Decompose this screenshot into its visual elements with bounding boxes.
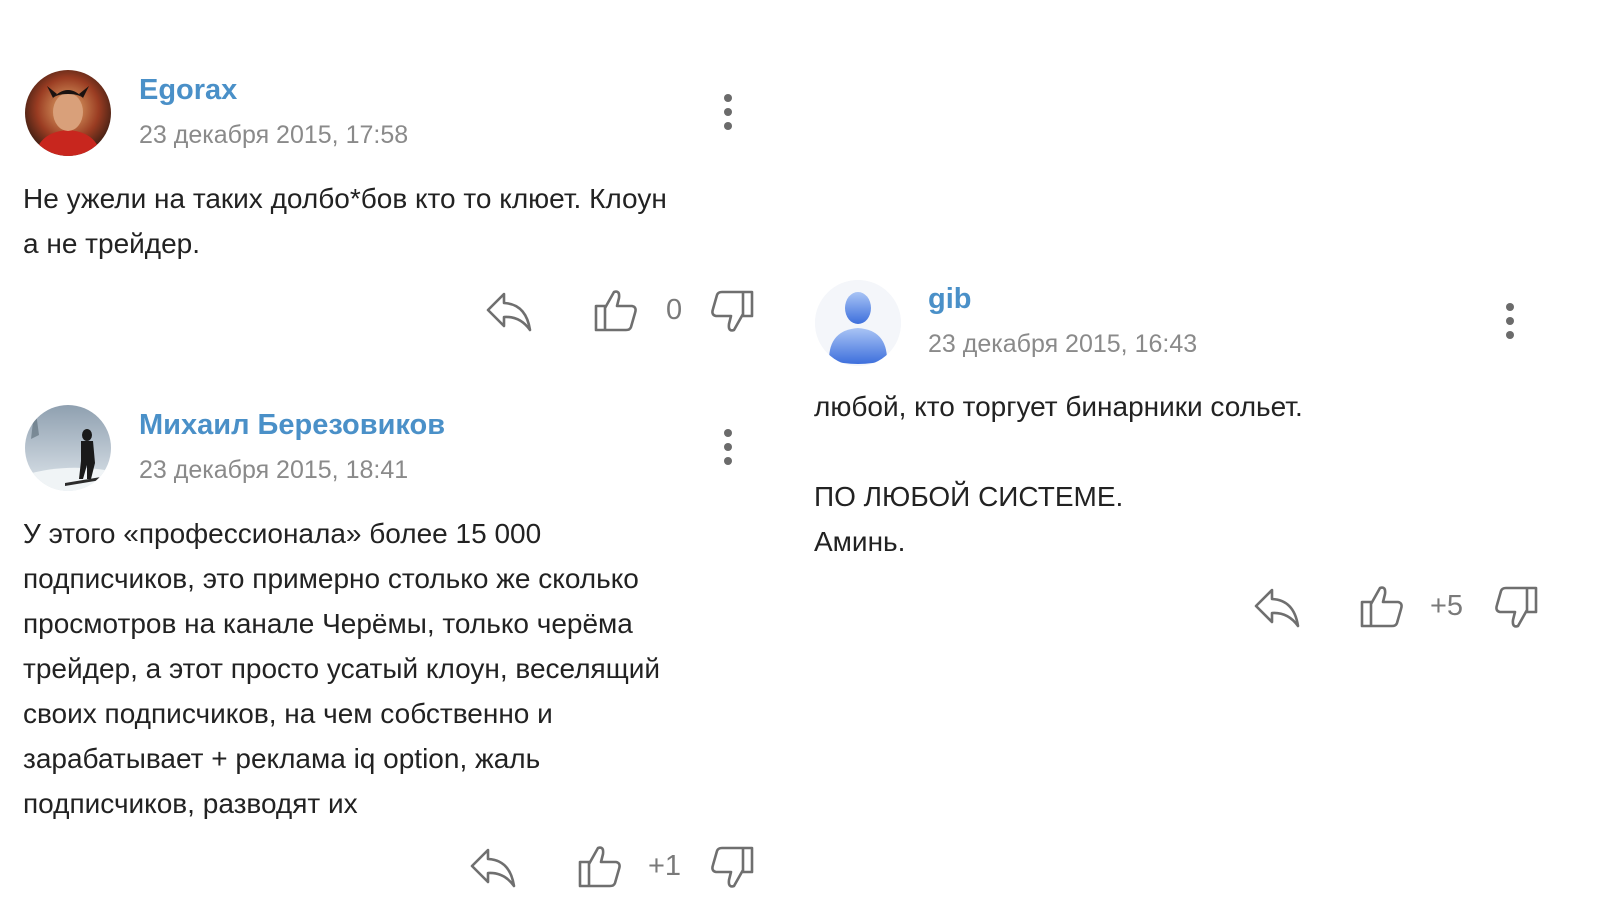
avatar[interactable] (25, 405, 111, 491)
user-avatar-photo (25, 405, 111, 491)
comment-body: У этого «профессионала» более 15 000 под… (23, 511, 783, 826)
comment-text-line: Не ужели на таких долбо*бов кто то клюет… (23, 183, 667, 214)
avatar[interactable] (25, 70, 111, 156)
user-avatar-photo (25, 70, 111, 156)
comment-score: +1 (648, 850, 682, 882)
more-options-icon[interactable] (1500, 301, 1520, 341)
comment-actions: +5 (800, 582, 1600, 632)
comment-body: любой, кто торгует бинарники сольет. ПО … (814, 384, 1574, 564)
comment-actions: +1 (0, 842, 800, 892)
reply-icon[interactable] (1252, 584, 1302, 630)
more-options-icon[interactable] (718, 92, 738, 132)
comment-text-line: зарабатывает + реклама iq option, жаль (23, 743, 541, 774)
default-user-avatar (815, 280, 901, 366)
comment-body: Не ужели на таких долбо*бов кто то клюет… (23, 176, 783, 266)
comment-date: 23 декабря 2015, 17:58 (139, 121, 409, 149)
comment-gib: gib 23 декабря 2015, 16:43 любой, кто то… (800, 270, 1600, 670)
dislike-icon[interactable] (708, 844, 756, 892)
comment-date: 23 декабря 2015, 16:43 (928, 330, 1198, 358)
comment-text-line (814, 429, 1574, 474)
comment-author[interactable]: Михаил Березовиков (139, 409, 445, 442)
comment-text-line: подписчиков, разводят их (23, 788, 358, 819)
like-icon[interactable] (576, 842, 624, 890)
comment-egorax: Egorax 23 декабря 2015, 17:58 Не ужели н… (0, 0, 800, 360)
comment-actions: 0 (0, 286, 800, 336)
comment-author[interactable]: Egorax (139, 74, 237, 107)
comment-score: 0 (666, 294, 683, 326)
dislike-icon[interactable] (1492, 584, 1540, 632)
comment-date: 23 декабря 2015, 18:41 (139, 456, 409, 484)
comment-text-line: подписчиков, это примерно столько же ско… (23, 563, 639, 594)
comments-page: Egorax 23 декабря 2015, 17:58 Не ужели н… (0, 0, 1600, 900)
comment-text-line: ПО ЛЮБОЙ СИСТЕМЕ. (814, 481, 1124, 512)
reply-icon[interactable] (468, 844, 518, 890)
avatar[interactable] (815, 280, 901, 366)
comment-text-line: любой, кто торгует бинарники сольет. (814, 391, 1303, 422)
comment-mikhail: Михаил Березовиков 23 декабря 2015, 18:4… (0, 390, 800, 900)
reply-icon[interactable] (484, 288, 534, 334)
like-icon[interactable] (1358, 582, 1406, 630)
comment-text-line: просмотров на канале Черёмы, только черё… (23, 608, 633, 639)
comment-score: +5 (1430, 590, 1464, 622)
more-options-icon[interactable] (718, 427, 738, 467)
comment-text-line: У этого «профессионала» более 15 000 (23, 518, 542, 549)
comment-text-line: трейдер, а этот просто усатый клоун, вес… (23, 653, 661, 684)
comment-text-line: своих подписчиков, на чем собственно и (23, 698, 553, 729)
comment-text-line: а не трейдер. (23, 228, 201, 259)
comment-text-line: Аминь. (814, 526, 906, 557)
like-icon[interactable] (592, 286, 640, 334)
comment-author[interactable]: gib (928, 283, 972, 316)
dislike-icon[interactable] (708, 288, 756, 336)
